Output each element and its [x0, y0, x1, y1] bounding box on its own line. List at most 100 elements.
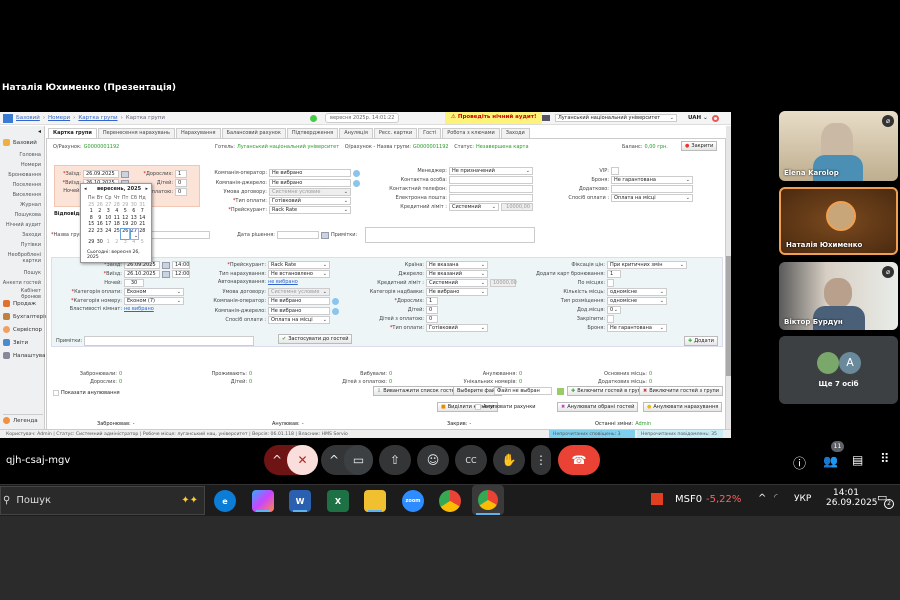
calendar-day[interactable]: 29 — [121, 203, 130, 208]
calendar-day[interactable]: 30 — [96, 240, 105, 245]
participant-tile-speaking[interactable]: Наталія Юхименко — [779, 187, 898, 255]
pay-category-select[interactable]: Економ — [124, 288, 184, 296]
captions-icon[interactable]: CC — [455, 445, 487, 475]
country-select[interactable]: Не вказана — [426, 261, 488, 269]
end-call-button[interactable]: ☎ — [558, 445, 600, 475]
auto-charge-link[interactable]: не вибрано — [268, 279, 298, 285]
seats-count-select[interactable]: одномісне — [607, 288, 667, 296]
unread-alerts[interactable]: Непрочитаних сповіщень: 3 — [549, 430, 635, 438]
apply-to-guests-button[interactable]: ✔ Застосувати до гостей — [278, 334, 353, 344]
room-category-select[interactable]: Економ (7) — [124, 297, 184, 305]
calendar-day[interactable]: 18 — [113, 222, 122, 227]
room-props-link[interactable]: не вибрано — [124, 306, 154, 312]
calendar-day[interactable]: 21 — [138, 222, 147, 227]
sidebar-section-basic[interactable]: Базовий — [3, 139, 37, 146]
calendar-day[interactable]: 22 — [87, 229, 96, 239]
unread-messages[interactable]: Непрочитаних повідомлень: 35 — [637, 430, 723, 438]
lock-checkbox[interactable] — [607, 315, 614, 323]
guest-notes-textarea[interactable] — [84, 336, 255, 346]
group-notes-textarea[interactable] — [365, 227, 535, 243]
tab[interactable]: Перенесення нарахувань — [97, 128, 175, 138]
emoji-icon[interactable]: ☺ — [417, 445, 449, 475]
sidebar-item[interactable]: Пошукова — [15, 212, 41, 218]
guest-pay-method-select[interactable]: Оплата на місці — [268, 316, 330, 324]
export-guests-button[interactable]: ⇩ Вивантажити список гостей — [373, 386, 463, 396]
guest-children-input[interactable]: 0 — [426, 306, 438, 314]
info-icon[interactable]: ⓘ — [793, 453, 806, 472]
upload-icon[interactable] — [557, 388, 564, 395]
calendar-day[interactable]: 5 — [138, 240, 147, 245]
contact-input[interactable] — [449, 176, 533, 184]
calendar-day[interactable]: 13 — [130, 216, 139, 221]
sidebar-item[interactable]: Поселення — [13, 182, 41, 188]
calendar-day[interactable]: 2 — [96, 209, 105, 214]
charge-type-select[interactable]: Не встановлено — [268, 270, 330, 278]
next-month-icon[interactable]: ▸ — [145, 186, 148, 192]
guest-credit-select[interactable]: Системний — [426, 279, 488, 287]
show-cancelled-toggle[interactable]: Показати анулювання — [53, 390, 120, 396]
sidebar-item[interactable]: Пошук — [24, 270, 41, 276]
edge-icon[interactable]: e — [214, 490, 236, 512]
breadcrumb-item[interactable]: Картка групи — [78, 115, 117, 121]
arrival-date-input[interactable]: 26.09.2025 — [83, 170, 119, 178]
power-icon[interactable] — [712, 115, 719, 122]
calendar-day[interactable]: 2 — [113, 240, 122, 245]
sidebar-module-service[interactable]: Сервіспор — [3, 326, 42, 333]
cancel-charges-button[interactable]: ● Анулювати нарахування — [643, 402, 723, 412]
present-screen-icon[interactable]: ⇧ — [379, 445, 411, 475]
hotel-select[interactable]: Луганський національний університет — [555, 114, 677, 122]
calendar-day[interactable]: 1 — [104, 240, 113, 245]
by-seats-checkbox[interactable] — [607, 279, 614, 287]
calendar-day[interactable]: 8 — [87, 216, 96, 221]
pay-method-select[interactable]: Оплата на місці — [611, 194, 693, 202]
tab[interactable]: Нарахування — [175, 128, 221, 138]
calendar-icon[interactable] — [162, 270, 170, 278]
price-fix-select[interactable]: При критичних змін — [607, 261, 687, 269]
dropdown-icon[interactable] — [332, 307, 339, 315]
calendar-day[interactable]: 28 — [138, 229, 147, 239]
tab[interactable]: Підтвердження — [286, 128, 339, 138]
prev-month-icon[interactable]: ◂ — [84, 186, 87, 192]
exclude-guests-button[interactable]: ✖ Виключити гостей з групи — [639, 386, 724, 396]
calendar-icon[interactable] — [162, 261, 170, 269]
children-input[interactable]: 0 — [175, 179, 187, 187]
calendar-day[interactable]: 28 — [113, 203, 122, 208]
calendar-day[interactable]: 4 — [113, 209, 122, 214]
participant-tile[interactable]: ⌀ Elena Karolop — [779, 111, 898, 181]
adults-input[interactable]: 1 — [175, 170, 187, 178]
cancel-selected-guests-button[interactable]: ✖ Анулювати обрані гостей — [557, 402, 639, 412]
calendar-day[interactable]: 30 — [130, 203, 139, 208]
sidebar-item[interactable]: Необроблені картки — [1, 252, 41, 264]
extra-input[interactable] — [611, 185, 693, 193]
participant-tile[interactable]: ⌀ Віктор Бурдун — [779, 262, 898, 330]
phone-input[interactable] — [449, 185, 533, 193]
nights-input[interactable]: 30 — [124, 279, 144, 287]
guest-departure-input[interactable]: 26.10.2025 — [124, 270, 160, 278]
sidebar-item[interactable]: Нічний аудит — [6, 222, 41, 228]
calendar-today-link[interactable]: Сьогодні: вересня 26, 2025 — [87, 250, 151, 260]
sidebar-item[interactable]: Путівки — [21, 242, 41, 248]
operator-input[interactable]: Не вибрано — [269, 169, 351, 177]
activities-grid-icon[interactable]: ⠿ — [880, 452, 890, 467]
calendar-day[interactable]: 10 — [104, 216, 113, 221]
chrome-icon[interactable] — [439, 490, 461, 512]
guest-paid-children-input[interactable]: 0 — [426, 315, 438, 323]
zoom-icon[interactable]: zoom — [402, 490, 424, 512]
sidebar-module-sales[interactable]: Продаж — [3, 300, 36, 307]
calendar-day[interactable]: 27 — [104, 203, 113, 208]
chat-icon[interactable]: ▤ — [852, 453, 863, 467]
tab[interactable]: Балансовий рахунок — [221, 128, 286, 138]
calendar-day[interactable]: 14 — [138, 216, 147, 221]
breadcrumb-item[interactable]: Номери — [48, 115, 70, 121]
sidebar-item[interactable]: Головна — [19, 152, 41, 158]
tab[interactable]: Робота з ключами — [442, 128, 500, 138]
sidebar-legend[interactable]: Легенда — [3, 414, 43, 424]
tab[interactable]: Заходи — [500, 128, 530, 138]
calendar-day[interactable]: 5 — [121, 209, 130, 214]
sidebar-module-accounting[interactable]: Бухгалтерія — [3, 313, 48, 320]
dropdown-icon[interactable] — [332, 297, 339, 305]
calendar-day[interactable]: 25 — [87, 203, 96, 208]
guest-pricelist-select[interactable]: Rack Rate — [268, 261, 330, 269]
dropdown-icon[interactable] — [353, 169, 360, 177]
currency-select[interactable]: UAH ⌄ — [688, 115, 708, 121]
